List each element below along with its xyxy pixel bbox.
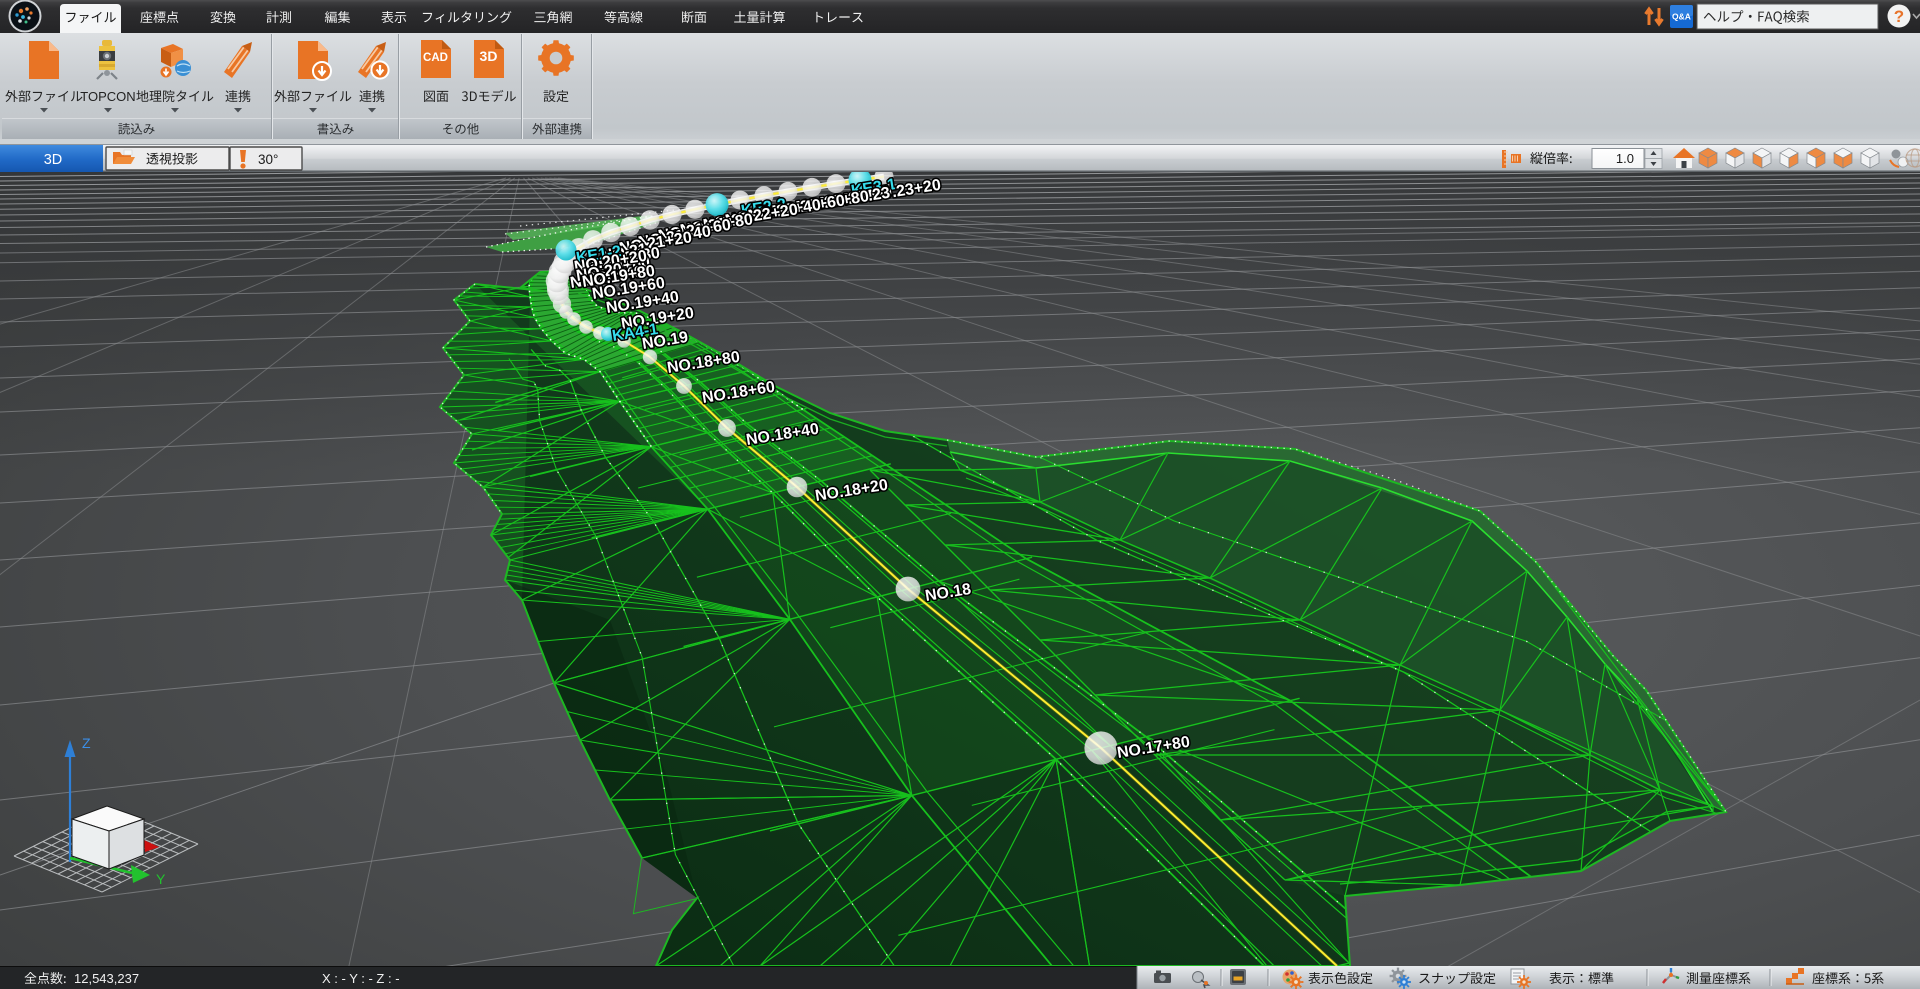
svg-text:Z: Z <box>82 735 91 751</box>
svg-text:CAD: CAD <box>423 52 448 64</box>
svg-text:Y: Y <box>156 871 166 887</box>
svg-text:30°: 30° <box>258 152 278 167</box>
svg-text:?: ? <box>1894 7 1904 26</box>
svg-text:1.0: 1.0 <box>1616 151 1634 166</box>
svg-text:TOPCON: TOPCON <box>80 89 135 104</box>
svg-text:3D: 3D <box>480 48 498 64</box>
svg-text:Q&A: Q&A <box>1672 12 1691 22</box>
svg-text:X : - Y : - Z : -: X : - Y : - Z : - <box>322 971 400 986</box>
svg-text:12,543,237: 12,543,237 <box>74 971 139 986</box>
svg-text:3D: 3D <box>44 152 63 168</box>
